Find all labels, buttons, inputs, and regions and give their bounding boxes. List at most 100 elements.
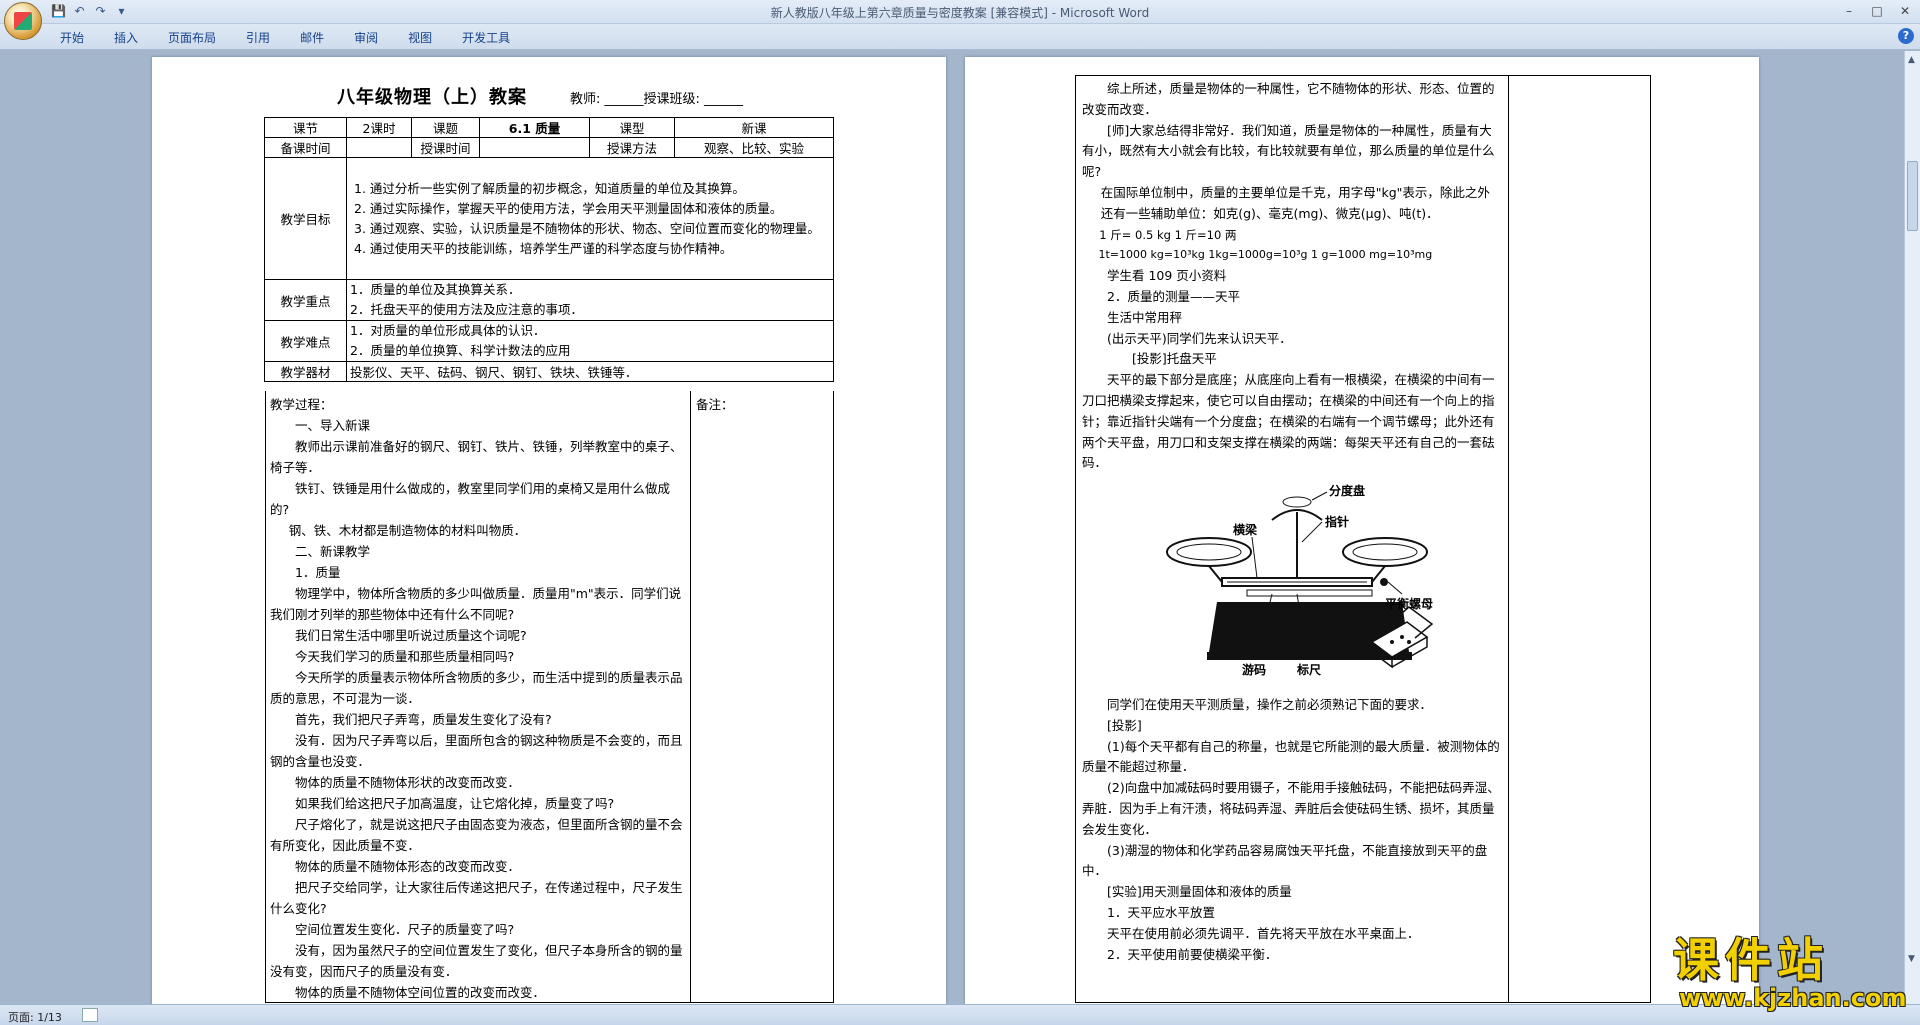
key-item: 2．托盘天平的使用方法及应注意的事项． — [350, 302, 583, 317]
process-line: 物体的质量不随物体形态的改变而改变． — [295, 859, 521, 874]
hard-label: 教学难点 — [264, 320, 347, 362]
goal-label: 教学目标 — [264, 157, 347, 280]
content-line: 在国际单位制中，质量的主要单位是千克，用字母"kg"表示，除此之外还有一些辅助单… — [1100, 184, 1490, 221]
process-line: 空间位置发生变化．尺子的质量变了吗? — [295, 922, 515, 937]
notes-label: 备注： — [696, 397, 734, 412]
cell-label: 授课时间 — [411, 137, 480, 158]
process-line: 我们日常生活中哪里听说过质量这个词呢? — [295, 628, 527, 643]
process-line: 没有．因为尺子弄弯以后，里面所包含的钢这种物质是不会变的，而且钢的含量也没变． — [270, 733, 683, 769]
process-line: 铁钉、铁锤是用什么做成的，教室里同学们用的桌椅又是用什么做成的? — [270, 481, 671, 517]
content-line: (出示天平)同学们先来认识天平． — [1107, 330, 1292, 346]
hard-item: 1．对质量的单位形成具体的认识． — [350, 323, 546, 338]
teacher-class-line: 教师: ______授课班级: ______ — [570, 92, 744, 107]
content-line: 2．质量的测量——天平 — [1107, 288, 1240, 304]
content-line: 综上所述，质量是物体的一种属性，它不随物体的形状、形态、位置的改变而改变． — [1082, 81, 1495, 117]
window-controls: – □ ✕ — [1840, 2, 1914, 20]
process-line: 把尺子交给同学，让大家往后传递这把尺子，在传递过程中，尺子发生什么变化? — [270, 880, 683, 916]
label-pointer: 指针 — [1325, 514, 1349, 529]
process-line: 二、新课教学 — [295, 544, 371, 559]
page-count[interactable]: 页面: 1/13 — [8, 1009, 62, 1025]
window-title: 新人教版八年级上第六章质量与密度教案 [兼容模式] - Microsoft Wo… — [770, 6, 1150, 20]
label-nut: 平衡螺母 — [1385, 596, 1433, 611]
hard-item: 2．质量的单位换算、科学计数法的应用 — [350, 343, 571, 358]
teaching-process: 教学过程： 一、导入新课 教师出示课前准备好的钢尺、钢钉、铁片、铁锤，列举教室中… — [265, 391, 691, 1003]
cell-label: 授课方法 — [589, 137, 675, 158]
content-line: 同学们在使用天平测质量，操作之前必须熟记下面的要求． — [1107, 696, 1433, 712]
page2-content: 综上所述，质量是物体的一种属性，它不随物体的形状、形态、位置的改变而改变． [师… — [1075, 75, 1509, 1003]
key-cell: 1．质量的单位及其换算关系． 2．托盘天平的使用方法及应注意的事项． — [346, 279, 834, 321]
office-button[interactable] — [4, 2, 42, 40]
process-line: 物理学中，物体所含物质的多少叫做质量．质量用"m"表示．同学们说我们刚才列举的那… — [270, 586, 682, 622]
tab-home[interactable]: 开始 — [60, 29, 84, 46]
tab-references[interactable]: 引用 — [246, 29, 270, 46]
content-line: [投影] — [1107, 717, 1142, 733]
notes-column: 备注： — [691, 391, 834, 1003]
content-line: [投影]托盘天平 — [1132, 351, 1217, 367]
maximize-icon[interactable]: □ — [1868, 2, 1886, 20]
tab-insert[interactable]: 插入 — [114, 29, 138, 46]
goal-item: 2. 通过实际操作，掌握天平的使用方法，学会用天平测量固体和液体的质量。 — [354, 200, 783, 216]
process-line: 物体的质量不随物体空间位置的改变而改变． — [295, 985, 546, 1000]
minimize-icon[interactable]: – — [1840, 2, 1858, 20]
tab-developer[interactable]: 开发工具 — [462, 29, 510, 46]
content-line: 学生看 109 页小资料 — [1107, 268, 1227, 284]
process-label: 教学过程： — [270, 397, 333, 412]
goal-list: 1. 通过分析一些实例了解质量的初步概念，知道质量的单位及其换算。 2. 通过实… — [350, 178, 830, 260]
content-line: 天平在使用前必须先调平．首先将天平放在水平桌面上． — [1107, 925, 1420, 941]
page-title: 八年级物理（上）教案 — [337, 87, 527, 108]
process-line: 没有，因为虽然尺子的空间位置发生了变化，但尺子本身所含的钢的量没有变，因而尺子的… — [270, 943, 683, 979]
cell-value: 2课时 — [346, 117, 412, 138]
status-bar: 页面: 1/13 — [0, 1004, 1920, 1025]
office-logo-icon — [14, 12, 32, 30]
scroll-up-icon[interactable]: ▲ — [1908, 55, 1915, 65]
tab-view[interactable]: 视图 — [408, 29, 432, 46]
cell-label: 课节 — [264, 117, 347, 138]
label-rider: 游码 — [1242, 662, 1266, 677]
process-line: 今天我们学习的质量和那些质量相同吗? — [295, 649, 515, 664]
cell-value — [479, 137, 590, 158]
goal-cell: 1. 通过分析一些实例了解质量的初步概念，知道质量的单位及其换算。 2. 通过实… — [346, 157, 834, 280]
scroll-thumb[interactable] — [1907, 161, 1918, 231]
cell-value: 6.1 质量 — [479, 117, 590, 138]
tab-review[interactable]: 审阅 — [354, 29, 378, 46]
document-page-2[interactable]: 综上所述，质量是物体的一种属性，它不随物体的形状、形态、位置的改变而改变． [师… — [965, 57, 1759, 1004]
title-bar: 💾 ↶ ↷ ▾ 新人教版八年级上第六章质量与密度教案 [兼容模式] - Micr… — [0, 0, 1920, 24]
process-line: 尺子熔化了，就是说这把尺子由固态变为液态，但里面所含钢的量不会有所变化，因此质量… — [270, 817, 683, 853]
key-item: 1．质量的单位及其换算关系． — [350, 282, 521, 297]
process-line: 今天所学的质量表示物体所含物质的多少，而生活中提到的质量表示品质的意思，不可混为… — [270, 670, 683, 706]
content-line: 生活中常用秤 — [1107, 309, 1183, 325]
balance-diagram: 分度盘 横梁 指针 平衡螺母 游码 标尺 — [1166, 483, 1434, 677]
process-line: 物体的质量不随物体形状的改变而改变． — [295, 775, 521, 790]
cell-value: 新课 — [674, 117, 834, 138]
content-line: (3)潮湿的物体和化学药品容易腐蚀天平托盘，不能直接放到天平的盘中． — [1082, 842, 1488, 879]
help-icon[interactable]: ? — [1898, 28, 1914, 44]
proofing-icon[interactable] — [82, 1008, 98, 1022]
close-icon[interactable]: ✕ — [1896, 2, 1914, 20]
label-beam: 横梁 — [1233, 522, 1257, 537]
content-line: (2)向盘中加减砝码时要用镊子，不能用手接触砝码，不能把砝码弄湿、弄脏．因为手上… — [1082, 780, 1500, 837]
notes-column — [1509, 75, 1651, 1003]
watermark-title: 课件站 — [1673, 933, 1829, 987]
unit-line: 1 斤= 0.5 kg 1 斤=10 两 — [1099, 227, 1237, 242]
content-line: 1．天平应水平放置 — [1107, 904, 1215, 920]
content-line: (1)每个天平都有自己的称量，也就是它所能测的最大质量．被测物体的质量不能超过称… — [1082, 738, 1500, 775]
tab-mailings[interactable]: 邮件 — [300, 29, 324, 46]
process-line: 如果我们给这把尺子加高温度，让它熔化掉，质量变了吗? — [295, 796, 615, 811]
scroll-down-icon[interactable]: ▼ — [1908, 954, 1915, 964]
document-page-1[interactable]: 八年级物理（上）教案 教师: ______授课班级: ______ 课节 2课时… — [152, 57, 946, 1004]
goal-item: 3. 通过观察、实验，认识质量是不随物体的形状、物态、空间位置而变化的物理量。 — [354, 220, 820, 236]
tool-cell: 投影仪、天平、砝码、钢尺、钢钉、铁块、铁锤等． — [346, 361, 834, 382]
process-line: 1．质量 — [295, 565, 341, 580]
content-line: 天平的最下部分是底座；从底座向上看有一根横梁，在横梁的中间有一刀口把横梁支撑起来… — [1082, 372, 1495, 471]
watermark-logo: 课件站 www.kjzhan.com — [1673, 924, 1906, 1012]
goal-item: 4. 通过使用天平的技能训练，培养学生严谨的科学态度与协作精神。 — [354, 240, 733, 256]
lesson-table: 课节 2课时 课题 6.1 质量 课型 新课 备课时间 授课时间 授课方法 观察… — [264, 117, 834, 382]
tool-label: 教学器材 — [264, 361, 347, 382]
content-line: 2．天平使用前要使横梁平衡． — [1107, 946, 1278, 962]
vertical-scrollbar[interactable]: ▲ ▼ — [1904, 51, 1920, 1004]
ribbon: 开始 插入 页面布局 引用 邮件 审阅 视图 开发工具 ? — [0, 24, 1920, 50]
tab-page-layout[interactable]: 页面布局 — [168, 29, 216, 46]
content-line: [实验]用天测量固体和液体的质量 — [1107, 884, 1292, 900]
content-line: [师]大家总结得非常好．我们知道，质量是物体的一种属性，质量有大有小，既然有大小… — [1082, 122, 1495, 180]
cell-value — [346, 137, 412, 158]
